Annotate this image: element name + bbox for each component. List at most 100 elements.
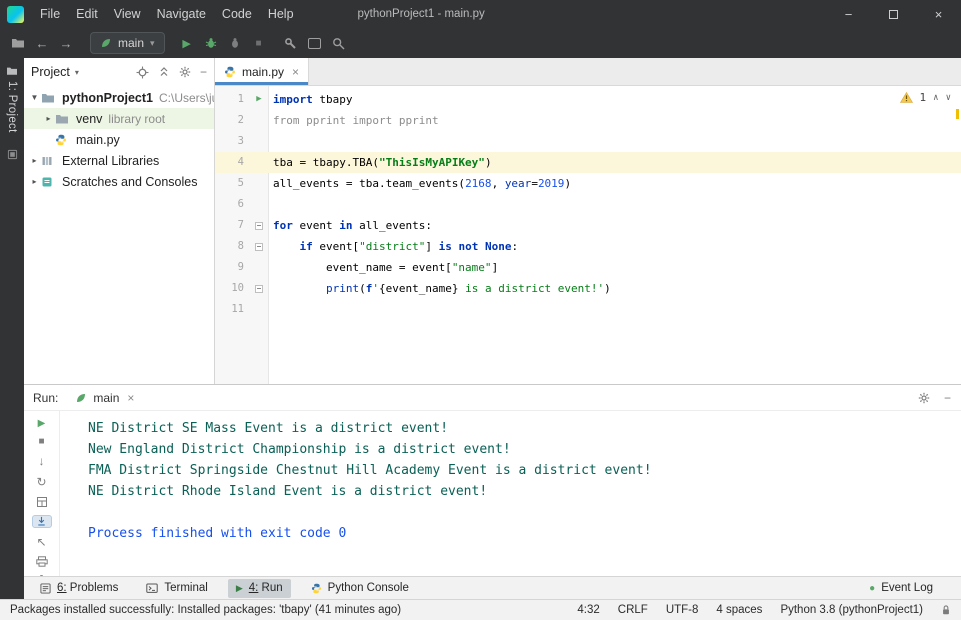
menu-view[interactable]: View bbox=[106, 0, 149, 28]
menu-help[interactable]: Help bbox=[260, 0, 302, 28]
tree-item-external-libraries[interactable]: ▸ External Libraries bbox=[24, 150, 214, 171]
console-stdout-line: NE District SE Mass Event is a district … bbox=[88, 421, 449, 436]
tree-item-main-py[interactable]: main.py bbox=[24, 129, 214, 150]
scroll-to-end-button[interactable] bbox=[31, 515, 52, 528]
caret-position[interactable]: 4:32 bbox=[577, 604, 599, 616]
indent-setting[interactable]: 4 spaces bbox=[716, 604, 762, 616]
code-line-6[interactable]: 6 bbox=[215, 194, 961, 215]
code-line-2[interactable]: 2 from pprint import pprint bbox=[215, 110, 961, 131]
chevron-expanded-icon[interactable]: ▼ bbox=[28, 93, 41, 102]
prev-warning-icon[interactable]: ∧ bbox=[933, 93, 938, 103]
forward-icon[interactable]: → bbox=[54, 31, 78, 55]
file-encoding[interactable]: UTF-8 bbox=[666, 604, 699, 616]
code-line-3[interactable]: 3 bbox=[215, 131, 961, 152]
chevron-collapsed-icon[interactable]: ▸ bbox=[28, 177, 41, 186]
interpreter[interactable]: Python 3.8 (pythonProject1) bbox=[780, 604, 923, 616]
status-bar: Packages installed successfully: Install… bbox=[0, 599, 961, 620]
next-warning-icon[interactable]: ∨ bbox=[946, 93, 951, 103]
stop-process-button[interactable]: ■ bbox=[32, 436, 52, 447]
print-icon[interactable] bbox=[32, 556, 52, 567]
tab-main-py[interactable]: main.py × bbox=[215, 58, 310, 85]
fold-marker-icon[interactable] bbox=[255, 284, 263, 293]
run-button[interactable]: ▶ bbox=[175, 31, 199, 55]
run-line-icon[interactable]: ▶ bbox=[256, 89, 261, 110]
gutter-cell bbox=[249, 278, 269, 299]
rerun-button[interactable]: ▶ bbox=[32, 418, 52, 429]
code-text: all_events = tba.team_events(2168, year=… bbox=[273, 177, 572, 190]
hide-panel-icon[interactable]: − bbox=[200, 66, 207, 78]
editor-body[interactable]: 1 ▶ import tbapy 2 from pprint import pprint… bbox=[215, 86, 961, 384]
menu-code[interactable]: Code bbox=[214, 0, 260, 28]
run-config-selector[interactable]: main ▾ bbox=[90, 32, 165, 54]
pycharm-window: File Edit View Navigate Code Help pythonProje… bbox=[0, 0, 961, 620]
code-line-1[interactable]: 1 ▶ import tbapy bbox=[215, 89, 961, 110]
run-settings-gear-icon[interactable] bbox=[918, 392, 930, 404]
run-tab-main[interactable]: main × bbox=[68, 385, 141, 411]
stop-button[interactable]: ■ bbox=[247, 31, 271, 55]
locate-file-icon[interactable] bbox=[136, 66, 149, 79]
tree-item-venv[interactable]: ▸ venv library root bbox=[24, 108, 214, 129]
menu-file[interactable]: File bbox=[32, 0, 68, 28]
back-icon[interactable]: ← bbox=[30, 31, 54, 55]
line-number: 9 bbox=[237, 261, 244, 273]
menu-edit[interactable]: Edit bbox=[68, 0, 106, 28]
up-left-icon[interactable]: ↖ bbox=[32, 535, 52, 549]
fold-marker-icon[interactable] bbox=[255, 221, 263, 230]
project-tool-button[interactable]: 1: Project bbox=[6, 66, 18, 133]
code-line-9[interactable]: 9 event_name = event["name"] bbox=[215, 257, 961, 278]
warning-stripe-mark[interactable] bbox=[956, 109, 959, 119]
code-line-11[interactable]: 11 bbox=[215, 299, 961, 320]
toolbtn-run-label: 4: Run bbox=[248, 582, 283, 594]
code-line-4[interactable]: 4 tba = tbapy.TBA("ThisIsMyAPIKey") bbox=[215, 152, 961, 173]
gutter-cell bbox=[249, 152, 269, 173]
line-number: 6 bbox=[237, 198, 244, 210]
down-arrow-icon[interactable]: ↓ bbox=[32, 454, 52, 468]
project-panel-title[interactable]: Project bbox=[31, 65, 70, 79]
toolbtn-run[interactable]: ▶ 4: Run bbox=[227, 578, 291, 598]
lock-icon[interactable] bbox=[941, 604, 951, 616]
search-everywhere-icon[interactable] bbox=[327, 31, 351, 55]
tree-item-detail: C:\Users\ju bbox=[159, 90, 214, 105]
inspection-widget[interactable]: 1 ∧ ∨ bbox=[899, 91, 951, 104]
close-run-tab-icon[interactable]: × bbox=[127, 391, 134, 405]
window-controls: − × bbox=[826, 0, 961, 28]
code-line-5[interactable]: 5 all_events = tba.team_events(2168, year… bbox=[215, 173, 961, 194]
debug-button[interactable] bbox=[199, 31, 223, 55]
coverage-button[interactable] bbox=[223, 31, 247, 55]
terminal-toolbar-icon[interactable] bbox=[303, 31, 327, 55]
chevron-collapsed-icon[interactable]: ▸ bbox=[42, 114, 55, 123]
tree-item-scratches-and-consoles[interactable]: ▸ Scratches and Consoles bbox=[24, 171, 214, 192]
maximize-button[interactable] bbox=[871, 0, 916, 28]
favorites-icon[interactable] bbox=[7, 149, 18, 160]
toolbtn-problems[interactable]: 6: Problems bbox=[32, 579, 126, 598]
console-output[interactable]: NE District SE Mass Event is a district … bbox=[60, 411, 961, 576]
menu-navigate[interactable]: Navigate bbox=[149, 0, 214, 28]
toolbtn-event-log[interactable]: ● Event Log bbox=[861, 579, 941, 598]
toolbtn-python-console[interactable]: Python Console bbox=[303, 579, 417, 598]
code-lines: 1 ▶ import tbapy 2 from pprint import pprint… bbox=[215, 86, 961, 320]
line-separator[interactable]: CRLF bbox=[618, 604, 648, 616]
hide-run-panel-icon[interactable]: − bbox=[944, 391, 951, 405]
close-tab-icon[interactable]: × bbox=[292, 65, 299, 79]
minimize-button[interactable]: − bbox=[826, 0, 871, 28]
collapse-all-icon[interactable] bbox=[158, 66, 170, 78]
code-line-8[interactable]: 8 if event["district"] is not None: bbox=[215, 236, 961, 257]
gear-icon[interactable] bbox=[179, 66, 191, 78]
code-line-7[interactable]: 7 for event in all_events: bbox=[215, 215, 961, 236]
problems-icon bbox=[40, 582, 51, 594]
close-button[interactable]: × bbox=[916, 0, 961, 28]
editor-tab-bar: main.py × bbox=[215, 58, 961, 86]
layout-icon[interactable] bbox=[32, 496, 52, 508]
restart-icon[interactable]: ↻ bbox=[32, 475, 52, 489]
code-text: from pprint import pprint bbox=[273, 114, 439, 127]
tree-item-pythonproject1[interactable]: ▼ pythonProject1 C:\Users\ju bbox=[24, 87, 214, 108]
fold-marker-icon[interactable] bbox=[255, 242, 263, 251]
code-text: import tbapy bbox=[273, 93, 353, 106]
status-message[interactable]: Packages installed successfully: Install… bbox=[10, 604, 401, 616]
open-project-icon[interactable] bbox=[6, 31, 30, 55]
toolbtn-terminal[interactable]: Terminal bbox=[138, 579, 215, 598]
toolbtn-problems-label: 6: Problems bbox=[57, 582, 119, 594]
chevron-collapsed-icon[interactable]: ▸ bbox=[28, 156, 41, 165]
code-line-10[interactable]: 10 print(f'{event_name} is a district ev… bbox=[215, 278, 961, 299]
wrench-icon[interactable] bbox=[279, 31, 303, 55]
